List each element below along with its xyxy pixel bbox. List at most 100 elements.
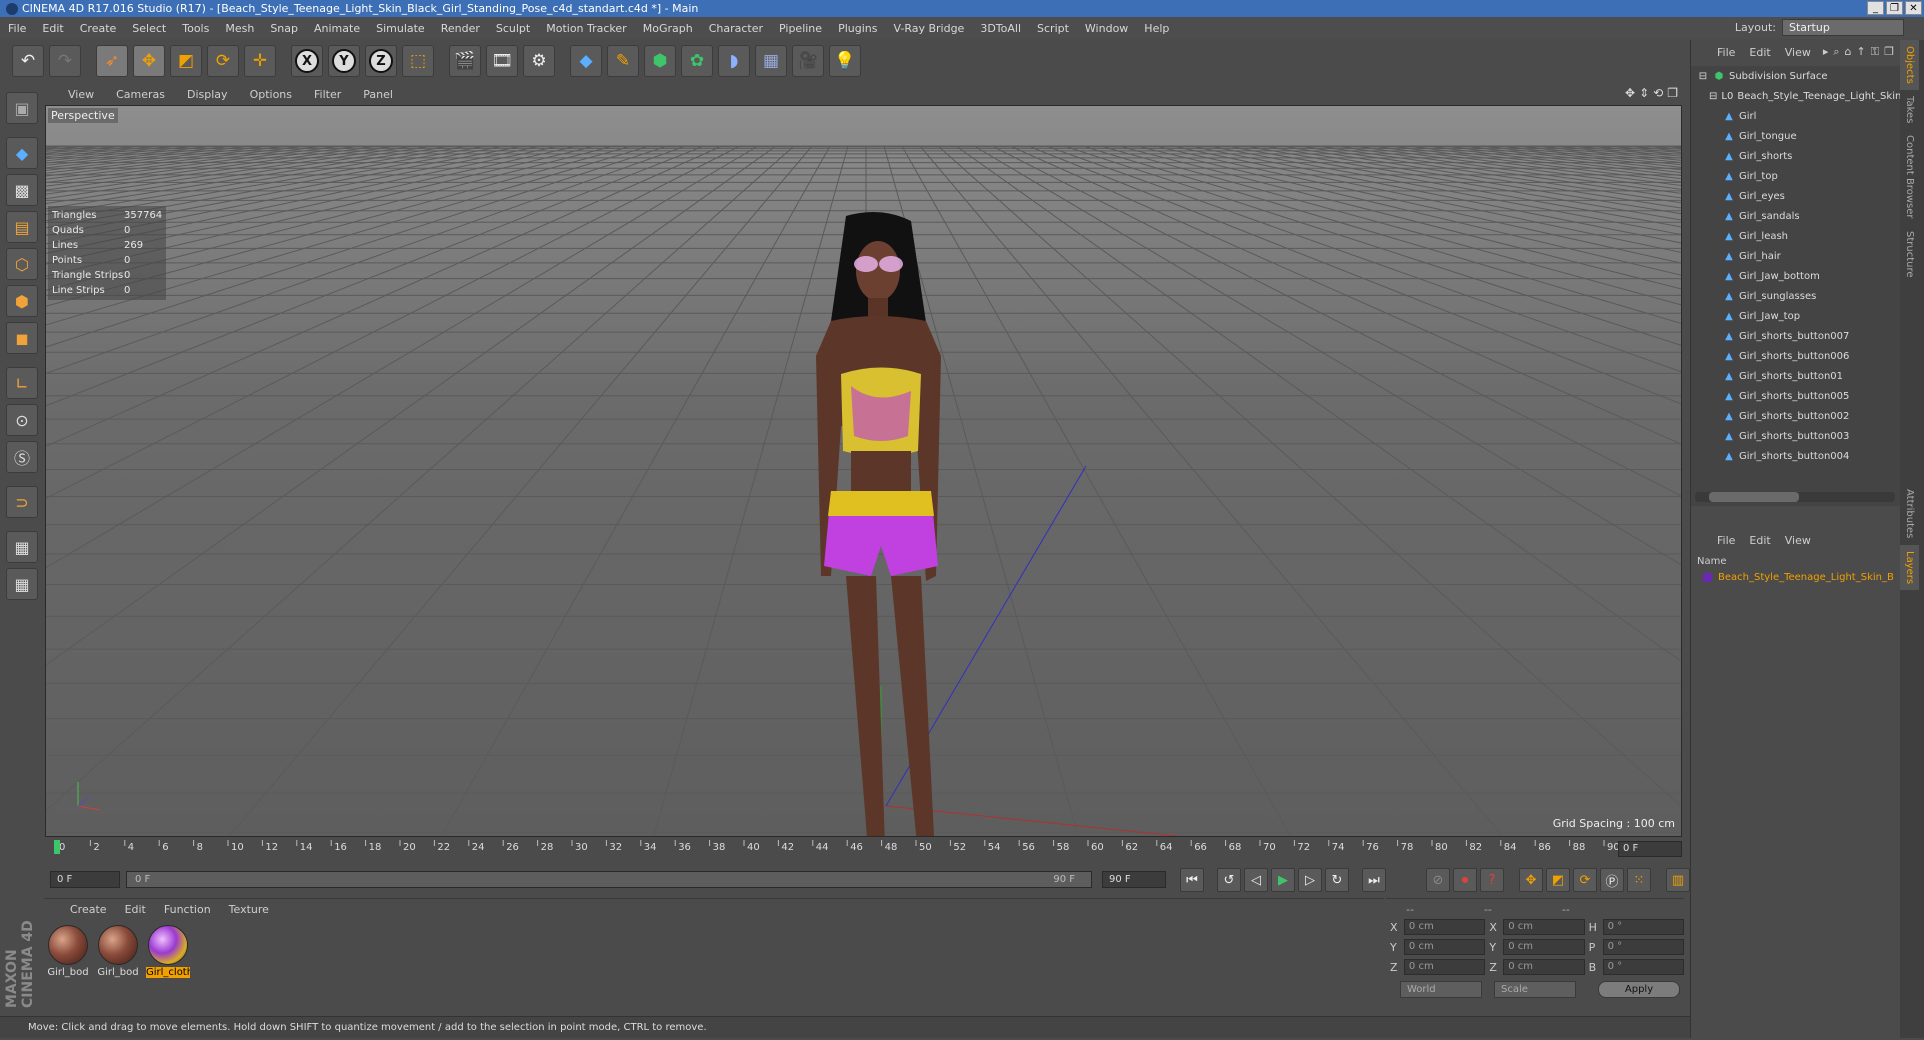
tree-item-child[interactable]: ▲ Girl_shorts_button005 (1691, 386, 1901, 406)
key-position-button[interactable]: ✥ (1519, 868, 1543, 892)
object-tree-scrollbar[interactable] (1695, 492, 1895, 502)
move-tool-button[interactable]: ✥ (133, 45, 165, 77)
object-menu-view[interactable]: View (1785, 46, 1811, 62)
rotation-p-field[interactable]: 0 ° (1602, 939, 1684, 955)
menu-3dtoall[interactable]: 3DToAll (972, 22, 1029, 35)
tree-item-child[interactable]: ▲ Girl_shorts_button006 (1691, 346, 1901, 366)
tree-item-child[interactable]: ▲ Girl_sunglasses (1691, 286, 1901, 306)
menu-edit[interactable]: Edit (34, 22, 71, 35)
tree-item-child[interactable]: ▲ Girl_sandals (1691, 206, 1901, 226)
x-axis-lock-button[interactable]: X (291, 45, 323, 77)
tree-item-child[interactable]: ▲ Girl_leash (1691, 226, 1901, 246)
render-settings-button[interactable]: ⚙ (523, 45, 555, 77)
edges-mode-button[interactable]: ⬢ (6, 285, 38, 317)
menu-animate[interactable]: Animate (306, 22, 368, 35)
scale-tool-button[interactable]: ◩ (170, 45, 202, 77)
minimize-button[interactable]: _ (1867, 1, 1884, 15)
undo-button[interactable]: ↶ (12, 45, 44, 77)
play-forward-button[interactable]: ▶ (1271, 868, 1295, 892)
coordinate-system-button[interactable]: ⬚ (402, 45, 434, 77)
menu-character[interactable]: Character (701, 22, 771, 35)
timeline-ruler[interactable]: 0 2 4 6 8 10 12 14 16 18 20 22 24 26 28 30 32 34 36 38 40 42 4… (44, 838, 1684, 860)
end-frame-field[interactable]: 90 F (1102, 871, 1166, 888)
arrow-right-icon[interactable]: ▸ (1823, 45, 1829, 59)
material-swatch[interactable]: Girl_bod (46, 925, 90, 978)
add-spline-button[interactable]: ✎ (607, 45, 639, 77)
next-frame-button[interactable]: ▷ (1298, 868, 1322, 892)
tree-item-child[interactable]: ▲ Girl_shorts_button004 (1691, 446, 1901, 466)
rotate-tool-button[interactable]: ⟳ (207, 45, 239, 77)
pan-icon[interactable]: ✥ (1625, 86, 1635, 100)
up-arrow-icon[interactable]: ↑ (1857, 45, 1866, 59)
recent-tools-button[interactable]: ✛ (244, 45, 276, 77)
menu-tools[interactable]: Tools (174, 22, 217, 35)
menu-window[interactable]: Window (1077, 22, 1136, 35)
position-z-field[interactable]: 0 cm (1403, 959, 1486, 975)
menu-vray-bridge[interactable]: V-Ray Bridge (885, 22, 972, 35)
size-z-field[interactable]: 0 cm (1503, 959, 1585, 975)
add-subdivision-button[interactable]: ⬢ (644, 45, 676, 77)
key-rotation-button[interactable]: ⟳ (1573, 868, 1597, 892)
size-y-field[interactable]: 0 cm (1503, 939, 1585, 955)
previous-frame-button[interactable]: ◁ (1244, 868, 1268, 892)
key-pla-button[interactable]: ⁙ (1627, 868, 1651, 892)
menu-pipeline[interactable]: Pipeline (771, 22, 830, 35)
live-selection-button[interactable]: ➶ (96, 45, 128, 77)
size-mode-dropdown[interactable]: Scale (1494, 981, 1576, 998)
layer-menu-edit[interactable]: Edit (1749, 534, 1770, 550)
frame-range-slider[interactable]: 0 F 90 F (126, 871, 1092, 888)
menu-mograph[interactable]: MoGraph (635, 22, 701, 35)
tab-attributes[interactable]: Attributes (1900, 483, 1919, 544)
tree-item-child[interactable]: ▲ Girl (1691, 106, 1901, 126)
tab-objects[interactable]: Objects (1900, 40, 1919, 90)
restore-button[interactable]: ❐ (1886, 1, 1903, 15)
object-menu-edit[interactable]: Edit (1749, 46, 1770, 62)
layout-dropdown[interactable]: Startup (1782, 19, 1904, 36)
tree-item-child[interactable]: ▲ Girl_shorts_button007 (1691, 326, 1901, 346)
lock-workplane-button[interactable]: ▦ (6, 531, 38, 563)
menu-file[interactable]: File (0, 22, 34, 35)
maximize-view-icon[interactable]: ❐ (1667, 86, 1678, 100)
object-menu-file[interactable]: File (1717, 46, 1735, 62)
tree-item-child[interactable]: ▲ Girl_shorts_button01 (1691, 366, 1901, 386)
search-icon[interactable]: ⌕ (1833, 45, 1839, 59)
tab-content-browser[interactable]: Content Browser (1900, 129, 1919, 224)
viewport-menu-options[interactable]: Options (250, 88, 292, 101)
menu-help[interactable]: Help (1136, 22, 1177, 35)
size-x-field[interactable]: 0 cm (1503, 919, 1585, 935)
menu-create[interactable]: Create (72, 22, 125, 35)
tab-layers[interactable]: Layers (1900, 544, 1919, 590)
zoom-icon[interactable]: ⇕ (1639, 86, 1649, 100)
material-menu-texture[interactable]: Texture (229, 903, 269, 919)
z-axis-lock-button[interactable]: Z (365, 45, 397, 77)
record-keys-button[interactable]: ⏺ (1453, 868, 1477, 892)
add-camera-button[interactable]: 🎥 (792, 45, 824, 77)
tree-item-child[interactable]: ▲ Girl_shorts_button002 (1691, 406, 1901, 426)
tree-item-child[interactable]: ▲ Girl_Jaw_top (1691, 306, 1901, 326)
menu-simulate[interactable]: Simulate (368, 22, 433, 35)
polygons-mode-button[interactable]: ◼ (6, 322, 38, 354)
autokey-button[interactable]: ? (1480, 868, 1504, 892)
previous-key-button[interactable]: ↺ (1217, 868, 1241, 892)
tweak-mode-button[interactable]: ⊙ (6, 404, 38, 436)
layer-menu-view[interactable]: View (1785, 534, 1811, 550)
position-y-field[interactable]: 0 cm (1403, 939, 1486, 955)
magnet-button[interactable]: ⊃ (6, 486, 38, 518)
home-icon[interactable]: ⌂ (1845, 45, 1852, 59)
add-deformer-button[interactable]: ◗ (718, 45, 750, 77)
key-scale-button[interactable]: ◩ (1546, 868, 1570, 892)
tree-item-child[interactable]: ▲ Girl_tongue (1691, 126, 1901, 146)
menu-script[interactable]: Script (1029, 22, 1077, 35)
render-view-button[interactable]: 🎬 (449, 45, 481, 77)
viewport-menu-display[interactable]: Display (187, 88, 228, 101)
coordinate-space-dropdown[interactable]: World (1400, 981, 1482, 998)
tree-item-child[interactable]: ▲ Girl_shorts_button003 (1691, 426, 1901, 446)
workplane-mode-button[interactable]: ▤ (6, 211, 38, 243)
current-frame-field[interactable]: 0 F (1618, 841, 1682, 857)
menu-motion-tracker[interactable]: Motion Tracker (538, 22, 634, 35)
menu-render[interactable]: Render (433, 22, 488, 35)
tree-item-child[interactable]: ▲ Girl_hair (1691, 246, 1901, 266)
viewport-menu-panel[interactable]: Panel (363, 88, 393, 101)
material-menu-create[interactable]: Create (70, 903, 107, 919)
tree-item-child[interactable]: ▲ Girl_top (1691, 166, 1901, 186)
